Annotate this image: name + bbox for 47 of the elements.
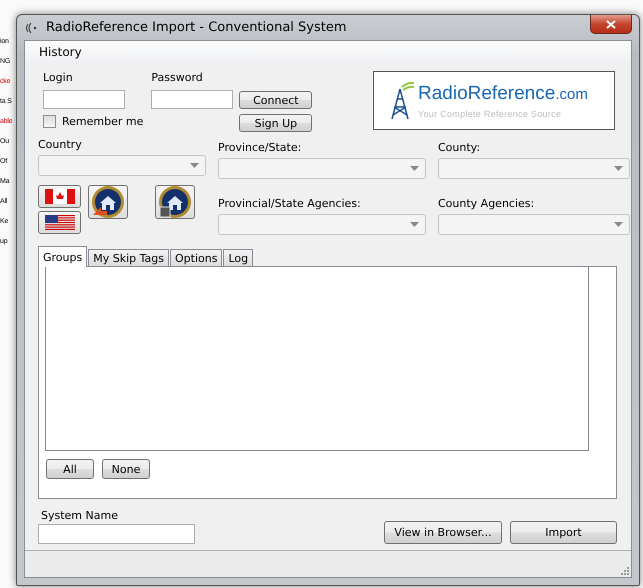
- login-field[interactable]: [43, 90, 125, 109]
- canada-flag-button[interactable]: [38, 185, 81, 208]
- house-disk-icon: [158, 185, 192, 219]
- view-in-browser-button[interactable]: View in Browser...: [384, 521, 502, 544]
- checkbox[interactable]: [43, 115, 56, 128]
- password-field[interactable]: [151, 90, 234, 109]
- import-button[interactable]: Import: [510, 521, 617, 544]
- resize-grip-icon: [621, 567, 629, 575]
- dropdown[interactable]: [218, 214, 426, 235]
- dropdown-arrow-icon: [614, 222, 623, 227]
- login-label: Login: [43, 71, 74, 84]
- dropdown-arrow-icon: [190, 163, 199, 168]
- county-label: County:: [438, 141, 482, 154]
- dropdown[interactable]: [38, 155, 206, 176]
- provincial-agencies-label: Provincial/State Agencies:: [218, 197, 362, 210]
- menu-item[interactable]: History: [33, 45, 88, 59]
- select-none-button[interactable]: None: [102, 459, 150, 479]
- country-label: Country: [38, 138, 83, 151]
- county-agencies-label: County Agencies:: [438, 197, 536, 210]
- dropdown[interactable]: [438, 158, 630, 179]
- tab[interactable]: Log: [223, 249, 254, 267]
- logo-tagline: Your Complete Reference Source: [418, 108, 562, 118]
- dropdown-arrow-icon: [410, 166, 419, 171]
- logo-name: RadioReference.com: [418, 82, 588, 104]
- dropdown-arrow-icon: [614, 166, 623, 171]
- dropdown-arrow-icon: [410, 222, 419, 227]
- import-home-button[interactable]: [88, 185, 128, 219]
- connect-button[interactable]: Connect: [239, 91, 312, 109]
- password-label: Password: [151, 71, 204, 84]
- sign-up-button[interactable]: Sign Up: [239, 114, 312, 132]
- tab[interactable]: Options: [170, 249, 222, 267]
- province-label: Province/State:: [218, 141, 302, 154]
- select-all-button[interactable]: All: [46, 459, 94, 479]
- close-icon: [606, 20, 616, 28]
- dropdown[interactable]: [438, 214, 630, 235]
- usa-flag-icon: [44, 215, 74, 230]
- usa-flag-button[interactable]: [38, 211, 81, 234]
- tab[interactable]: My Skip Tags: [88, 249, 169, 267]
- dropdown[interactable]: [218, 158, 426, 179]
- system-name-label: System Name: [40, 509, 119, 522]
- save-home-button[interactable]: [155, 185, 195, 219]
- remember-me-label: Remember me: [62, 115, 144, 128]
- system-name-field[interactable]: [38, 524, 195, 544]
- close-button[interactable]: [590, 15, 632, 34]
- tab[interactable]: Groups: [38, 246, 88, 267]
- window-title: RadioReference Import - Conventional System: [46, 20, 348, 35]
- canada-flag-icon: [44, 189, 74, 204]
